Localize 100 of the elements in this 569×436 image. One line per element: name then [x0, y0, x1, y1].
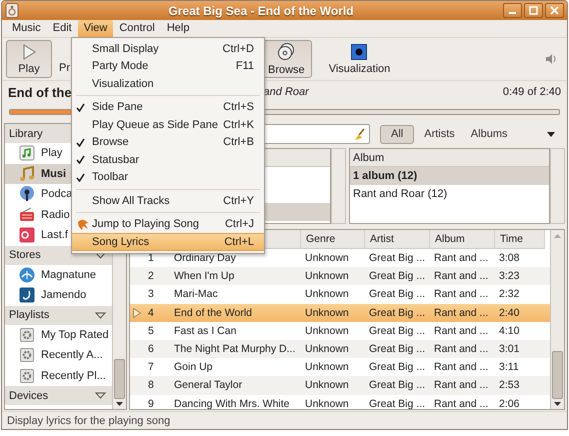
album-cell: Rant and ... — [434, 306, 488, 319]
collapse-arrow-icon[interactable] — [95, 252, 106, 258]
album-row[interactable]: 1 album (12) — [350, 167, 549, 185]
track-title: The Night Pat Murphy D... — [174, 343, 296, 356]
gear-icon — [19, 368, 35, 383]
scrollbar[interactable] — [550, 148, 565, 224]
play-button[interactable]: Play — [6, 40, 52, 78]
scroll-down-icon[interactable] — [116, 402, 123, 406]
collapse-arrow-icon[interactable] — [95, 312, 106, 318]
track-number: 7 — [148, 361, 154, 374]
gear-icon — [19, 348, 35, 362]
artist-cell: Great Big ... — [369, 306, 426, 319]
menu-item[interactable]: Visualization — [72, 75, 264, 92]
menu-item[interactable]: Song Lyrics Ctrl+L — [72, 233, 264, 250]
artist-cell: Great Big ... — [369, 252, 426, 264]
section-header[interactable]: Devices — [5, 386, 112, 405]
album-cell: Rant and ... — [434, 288, 488, 300]
track-row[interactable]: 8 General Taylor Unknown Great Big ... Rant and ... 2:53 — [130, 376, 550, 394]
menu-item[interactable]: Party Mode F11 — [72, 58, 264, 75]
track-row[interactable]: 1 Ordinary Day Unknown Great Big ... Rant and ... 3:08 — [130, 249, 550, 268]
album-cell: Rant and ... — [434, 398, 488, 409]
menu-item[interactable]: Control — [113, 20, 161, 37]
music-note-icon — [19, 145, 35, 162]
genre-cell: Unknown — [305, 252, 349, 264]
minimize-button[interactable] — [503, 3, 522, 18]
track-number: 4 — [148, 306, 154, 319]
filter-tab[interactable]: Albums — [464, 124, 514, 144]
menu-item[interactable]: View — [78, 20, 114, 37]
filter-tab[interactable]: All — [380, 124, 414, 144]
duration-cell: 2:53 — [499, 379, 520, 392]
menu-item[interactable]: Edit — [46, 20, 78, 37]
column-header[interactable]: Genre — [301, 230, 365, 249]
music-note-icon — [19, 166, 35, 182]
track-row[interactable]: 2 When I'm Up Unknown Great Big ... Rant and ... 3:23 — [130, 267, 550, 286]
maximize-button[interactable] — [524, 3, 543, 18]
close-button[interactable] — [545, 3, 564, 18]
source-item[interactable]: Magnatune — [5, 264, 112, 285]
track-number: 9 — [148, 398, 154, 409]
close-icon — [550, 6, 559, 15]
section-header[interactable]: Playlists — [5, 306, 112, 324]
discs-icon — [277, 42, 296, 60]
track-row[interactable]: 7 Goin Up Unknown Great Big ... Rant and ... 3:11 — [130, 358, 550, 376]
genre-cell: Unknown — [305, 398, 349, 409]
source-item[interactable]: Jamendo — [5, 285, 112, 306]
volume-icon[interactable] — [545, 53, 557, 65]
genre-cell: Unknown — [305, 306, 349, 319]
track-row[interactable]: 3 Mari-Mac Unknown Great Big ... Rant and ... 2:32 — [130, 285, 550, 304]
menu-item[interactable]: Help — [160, 20, 196, 37]
album-cell: Rant and ... — [434, 361, 488, 374]
column-header[interactable]: Album — [353, 152, 384, 164]
column-header[interactable]: Time — [495, 230, 545, 249]
album-cell: Rant and ... — [434, 252, 488, 264]
track-title: General Taylor — [174, 379, 242, 392]
track-number: 1 — [148, 252, 154, 264]
menu-item[interactable]: Side Pane Ctrl+S — [72, 98, 264, 116]
source-item[interactable]: My Top Rated — [5, 324, 112, 345]
genre-cell: Unknown — [305, 270, 349, 282]
genre-cell: Unknown — [305, 324, 349, 337]
track-number: 2 — [148, 270, 154, 282]
scroll-thumb[interactable] — [552, 351, 563, 399]
track-row[interactable]: 4 End of the World Unknown Great Big ... Rant and ... 2:40 — [130, 304, 550, 322]
badge-icon — [19, 227, 35, 244]
elapsed-time: 0:49 of 2:40 — [502, 86, 561, 98]
track-title: Fast as I Can — [174, 324, 236, 337]
track-title: Dancing With Mrs. White — [174, 398, 290, 409]
track-row[interactable]: 5 Fast as I Can Unknown Great Big ... Rant and ... 4:10 — [130, 322, 550, 340]
menu-item[interactable]: Jump to Playing Song Ctrl+J — [72, 216, 264, 233]
track-row[interactable]: 6 The Night Pat Murphy D... Unknown Great Big ... Rant and ... 3:01 — [130, 340, 550, 358]
duration-cell: 3:01 — [499, 343, 520, 356]
duration-cell: 3:08 — [499, 252, 520, 264]
status-text: Display lyrics for the playing song — [7, 414, 170, 426]
scrollbar[interactable] — [331, 148, 346, 224]
column-header[interactable]: Album — [430, 230, 495, 249]
scrollbar[interactable] — [550, 230, 564, 409]
track-number: 6 — [148, 343, 154, 356]
column-header[interactable]: Artist — [365, 230, 430, 249]
album-row[interactable]: Rant and Roar (12) — [350, 185, 549, 203]
filter-tab[interactable]: Artists — [418, 124, 461, 144]
broom-icon[interactable] — [353, 128, 366, 140]
track-number: 3 — [148, 288, 154, 300]
menu-item[interactable]: Small Display Ctrl+D — [72, 40, 264, 58]
source-item[interactable]: Recently Pl... — [5, 366, 112, 386]
maximize-icon — [529, 6, 538, 15]
scroll-down-icon[interactable] — [554, 402, 561, 406]
scroll-thumb[interactable] — [114, 359, 125, 399]
source-item[interactable]: Recently A... — [5, 345, 112, 366]
duration-cell: 4:10 — [499, 324, 520, 337]
previous-button[interactable]: Pr — [56, 40, 71, 78]
artist-cell: Great Big ... — [369, 324, 426, 337]
track-row[interactable]: 9 Dancing With Mrs. White Unknown Great Big ... Rant and ... 2:06 — [130, 394, 550, 409]
dropdown-arrow-icon[interactable] — [547, 132, 555, 136]
artist-cell: Great Big ... — [369, 343, 426, 356]
menu-item[interactable]: Music — [6, 20, 47, 37]
visualization-button[interactable]: Visualization — [322, 40, 398, 78]
artist-cell: Great Big ... — [369, 288, 426, 300]
track-title: Mari-Mac — [174, 288, 218, 300]
menu-item[interactable]: Show All Tracks Ctrl+Y — [72, 192, 264, 210]
genre-cell: Unknown — [305, 288, 349, 300]
duration-cell: 2:06 — [499, 398, 520, 409]
collapse-arrow-icon[interactable] — [95, 392, 106, 399]
